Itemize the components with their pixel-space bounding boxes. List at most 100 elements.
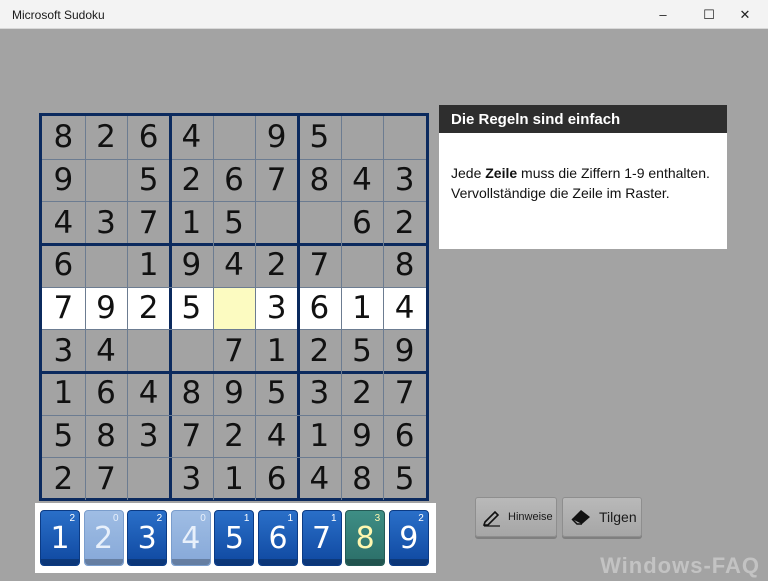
board-cell[interactable]: 6 (42, 244, 85, 287)
board-cell[interactable] (170, 329, 213, 372)
board-cell[interactable]: 1 (42, 372, 85, 415)
tile-shadow (84, 559, 123, 565)
digit-tile-9[interactable]: 92 (388, 510, 429, 566)
tile-shadow (346, 559, 385, 565)
board-cell[interactable]: 8 (341, 457, 384, 500)
board-cell[interactable]: 8 (85, 415, 128, 458)
board-cell[interactable] (341, 244, 384, 287)
board-cell[interactable]: 5 (170, 287, 213, 330)
board-cell[interactable] (127, 457, 170, 500)
digit-tile-4[interactable]: 40 (170, 510, 211, 566)
board-cell[interactable]: 4 (255, 415, 298, 458)
board-cell[interactable] (341, 116, 384, 159)
board-cell[interactable]: 4 (383, 287, 426, 330)
board-cell[interactable]: 5 (255, 372, 298, 415)
board-cell[interactable]: 6 (298, 287, 341, 330)
board-cell[interactable]: 1 (255, 329, 298, 372)
digit-tile-2[interactable]: 20 (83, 510, 124, 566)
board-cell[interactable]: 3 (255, 287, 298, 330)
erase-label: Tilgen (599, 509, 637, 525)
board-cell[interactable]: 4 (42, 201, 85, 244)
close-button[interactable]: ✕ (722, 0, 768, 29)
board-cell[interactable]: 7 (85, 457, 128, 500)
board-cell[interactable]: 7 (383, 372, 426, 415)
board-cell[interactable]: 6 (213, 159, 256, 202)
digit-tile-3[interactable]: 32 (127, 510, 168, 566)
board-cell[interactable]: 9 (341, 415, 384, 458)
board-cell[interactable]: 3 (170, 457, 213, 500)
board-cell[interactable]: 2 (85, 116, 128, 159)
board-cell[interactable]: 5 (383, 457, 426, 500)
board-cell[interactable]: 3 (383, 159, 426, 202)
board-cell[interactable]: 6 (127, 116, 170, 159)
board-cell[interactable]: 3 (298, 372, 341, 415)
board-cell[interactable] (383, 116, 426, 159)
board-cell[interactable]: 3 (85, 201, 128, 244)
board-cell[interactable]: 9 (213, 372, 256, 415)
board-cell[interactable]: 1 (127, 244, 170, 287)
board-cell[interactable]: 5 (213, 201, 256, 244)
board-cell[interactable]: 5 (341, 329, 384, 372)
board-cell[interactable]: 3 (127, 415, 170, 458)
digit-tile-7[interactable]: 71 (301, 510, 342, 566)
board-cell[interactable] (255, 201, 298, 244)
board-cell[interactable]: 7 (127, 201, 170, 244)
board-cell[interactable]: 8 (298, 159, 341, 202)
board-cell[interactable]: 2 (255, 244, 298, 287)
board-cell[interactable] (85, 159, 128, 202)
board-cell[interactable]: 9 (85, 287, 128, 330)
board-cell[interactable] (85, 244, 128, 287)
board-cell[interactable]: 5 (42, 415, 85, 458)
board-cell[interactable]: 1 (170, 201, 213, 244)
minimize-button[interactable]: – (640, 0, 686, 29)
board-cell[interactable]: 2 (341, 372, 384, 415)
board-cell[interactable]: 5 (127, 159, 170, 202)
board-cell[interactable]: 1 (341, 287, 384, 330)
board-cell[interactable]: 5 (298, 116, 341, 159)
board-cell[interactable]: 9 (383, 329, 426, 372)
board-cell[interactable]: 8 (42, 116, 85, 159)
board-cell[interactable]: 9 (255, 116, 298, 159)
digit-tile-1[interactable]: 12 (40, 510, 80, 566)
board-cell[interactable]: 4 (85, 329, 128, 372)
board-cell[interactable]: 8 (383, 244, 426, 287)
board-cell[interactable] (213, 287, 256, 330)
board-cell[interactable] (127, 329, 170, 372)
board-cell[interactable]: 6 (255, 457, 298, 500)
board-cell[interactable]: 1 (213, 457, 256, 500)
board-cell[interactable]: 9 (42, 159, 85, 202)
board-cell[interactable]: 2 (383, 201, 426, 244)
board-cell[interactable]: 4 (213, 244, 256, 287)
board-cell[interactable]: 9 (170, 244, 213, 287)
board-cell[interactable]: 2 (213, 415, 256, 458)
board-cell[interactable]: 2 (127, 287, 170, 330)
board-cell[interactable]: 4 (170, 116, 213, 159)
board-cell[interactable]: 7 (42, 287, 85, 330)
board-cell[interactable]: 4 (127, 372, 170, 415)
board-cell[interactable]: 2 (298, 329, 341, 372)
board-cell[interactable]: 6 (383, 415, 426, 458)
erase-button[interactable]: Tilgen (562, 497, 642, 537)
board-cell[interactable]: 4 (341, 159, 384, 202)
digit-tile-6[interactable]: 61 (258, 510, 298, 566)
digit-count: 2 (69, 513, 75, 524)
board-cell[interactable]: 8 (170, 372, 213, 415)
board-cell[interactable] (213, 116, 256, 159)
board-cell[interactable]: 2 (170, 159, 213, 202)
board-cell[interactable] (298, 201, 341, 244)
board-cell[interactable]: 3 (42, 329, 85, 372)
board-cell[interactable]: 6 (341, 201, 384, 244)
board-cell[interactable]: 2 (42, 457, 85, 500)
hint-button[interactable]: Hinweise (475, 497, 557, 537)
board-cell[interactable]: 7 (298, 244, 341, 287)
board-cell[interactable]: 1 (298, 415, 341, 458)
board-cell[interactable]: 7 (213, 329, 256, 372)
tile-shadow (389, 559, 428, 565)
board-cell[interactable]: 6 (85, 372, 128, 415)
board-cell[interactable]: 7 (255, 159, 298, 202)
board-cell[interactable]: 4 (298, 457, 341, 500)
digit-tile-5[interactable]: 51 (214, 510, 255, 566)
board-cell[interactable]: 7 (170, 415, 213, 458)
rules-title: Die Regeln sind einfach (439, 105, 727, 133)
digit-tile-8[interactable]: 83 (345, 510, 386, 566)
